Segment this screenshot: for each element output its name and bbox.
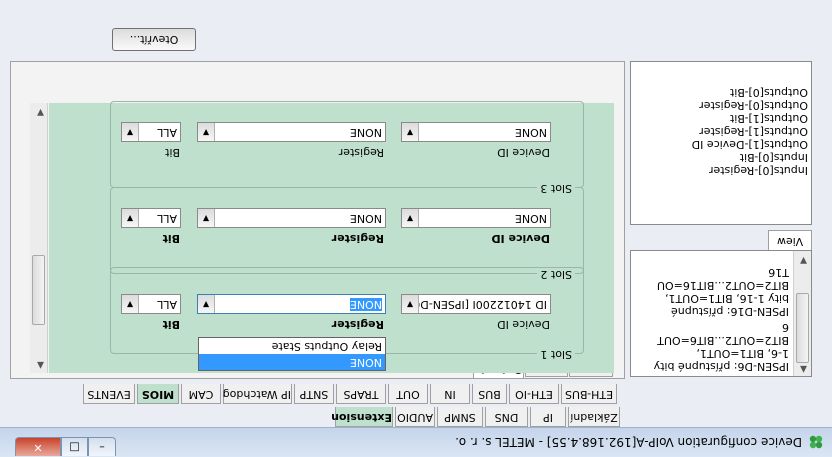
tab-events[interactable]: EVENTS (83, 384, 135, 404)
info-line: 6 (782, 321, 789, 334)
close-button[interactable]: ✕ (15, 437, 61, 456)
chevron-down-icon[interactable]: ▼ (402, 295, 419, 313)
list-item[interactable]: Outputs[0]-Bit (730, 86, 808, 99)
info-text-box: ▲ ▼ IPSEN-D6: přístupné bity 1-6, BIT1=O… (630, 250, 812, 377)
slot-3-register-label: Register (338, 146, 384, 159)
slot-1-bit-select[interactable]: ALL ▼ (121, 294, 181, 314)
open-button[interactable]: Otevřít... (112, 28, 196, 51)
slot-2-bit-select[interactable]: ALL ▼ (121, 208, 181, 228)
info-line: BIT2=OUT2...BIT6=OUT (657, 334, 789, 347)
slot-1-title: Slot 1 (537, 348, 575, 361)
slot-1-device-value: ID 14012200I [IPSEN-D6] (409, 298, 547, 311)
tab-cam[interactable]: CAM (181, 384, 221, 404)
slot-2-register-label: Register (331, 232, 384, 245)
slot-1-register-label: Register (331, 318, 384, 331)
scroll-down-icon[interactable]: ▼ (37, 107, 44, 117)
chevron-down-icon[interactable]: ▼ (122, 123, 139, 141)
slot-2-bit-label: Bit (162, 232, 180, 245)
list-item[interactable]: Outputs[1]-Device ID (692, 138, 808, 151)
slot-3-bit-select[interactable]: ALL ▼ (121, 122, 181, 142)
info-line: IPSEN-D16: přístupné (671, 305, 789, 318)
slot-1-register-value: NONE (349, 298, 382, 311)
tab-mios[interactable]: MIOS (137, 384, 179, 404)
title-bar[interactable]: Device configuration VoIP-A[192.168.4.55… (0, 427, 832, 457)
slot-1-device-label: Device ID (497, 318, 550, 331)
app-icon (809, 435, 823, 449)
chevron-down-icon[interactable]: ▼ (122, 209, 139, 227)
chevron-down-icon[interactable]: ▼ (402, 123, 419, 141)
slot-3-register-select[interactable]: NONE ▼ (197, 122, 386, 142)
list-item[interactable]: Outputs[0]-Register (699, 99, 808, 112)
tab-eth-io[interactable]: ETH-IO (509, 384, 559, 404)
slot-3-bit-label: Bit (165, 146, 180, 159)
slot-2-register-select[interactable]: NONE ▼ (197, 208, 386, 228)
device-configuration-window: Device configuration VoIP-A[192.168.4.55… (0, 0, 832, 457)
slot-1-device-select[interactable]: ID 14012200I [IPSEN-D6] ▼ (401, 294, 551, 314)
register-dropdown-list[interactable]: NONE Relay Outputs State (198, 337, 386, 371)
slot-2-device-select[interactable]: NONE ▼ (401, 208, 551, 228)
tab-eth-bus[interactable]: ETH-BUS (561, 384, 617, 404)
slot-3-group: Slot 3 (110, 101, 584, 195)
tab-zakladni[interactable]: Základní (568, 407, 620, 427)
window-title: Device configuration VoIP-A[192.168.4.55… (455, 435, 802, 449)
tab-out[interactable]: OUT (388, 384, 428, 404)
tab-dns[interactable]: DNS (485, 407, 528, 427)
slot-3-bit-value: ALL (157, 126, 177, 139)
scroll-up-icon[interactable]: ▲ (800, 364, 807, 374)
slot-3-device-label: Device ID (497, 146, 550, 159)
scroll-up-icon[interactable]: ▲ (37, 360, 44, 370)
scrollbar-thumb[interactable] (796, 293, 809, 363)
dropdown-option[interactable]: NONE (199, 354, 385, 370)
chevron-down-icon[interactable]: ▼ (198, 123, 215, 141)
tab-bus[interactable]: BUS (472, 384, 507, 404)
tab-in[interactable]: IN (430, 384, 470, 404)
dropdown-option[interactable]: Relay Outputs State (199, 338, 385, 354)
slot-3-device-value: NONE (514, 126, 547, 139)
tab-extension[interactable]: Extension (331, 407, 393, 427)
tab-ip[interactable]: IP (530, 407, 566, 427)
info-line: BIT2=OUT2...BIT16=OU (656, 279, 789, 292)
changed-items-list[interactable]: Inputs[0]-Register Inputs[0]-Bit Outputs… (630, 61, 812, 225)
tab-view[interactable]: View (768, 230, 812, 250)
tab-sntp[interactable]: SNTP (294, 384, 334, 404)
tab-ip-watchdog[interactable]: IP Watchdog (223, 384, 292, 404)
list-item[interactable]: Outputs[1]-Bit (730, 112, 808, 125)
chevron-down-icon[interactable]: ▼ (122, 295, 139, 313)
chevron-down-icon[interactable]: ▼ (198, 209, 215, 227)
slot-3-title: Slot 3 (537, 182, 575, 195)
slot-2-bit-value: ALL (157, 212, 177, 225)
content-scrollbar[interactable]: ▲ ▼ (30, 103, 48, 373)
slot-2-group: Slot 2 (110, 187, 584, 281)
list-item[interactable]: Inputs[0]-Register (709, 164, 808, 177)
tab-snmp[interactable]: SNMP (437, 407, 483, 427)
slot-3-device-select[interactable]: NONE ▼ (401, 122, 551, 142)
info-line: bity 1-16, BIT1=OUT1, (665, 292, 789, 305)
slot-2-title: Slot 2 (537, 268, 575, 281)
slot-1-register-select[interactable]: NONE ▼ (197, 294, 386, 314)
list-item[interactable]: Outputs[1]-Register (699, 125, 808, 138)
slot-2-register-value: NONE (349, 212, 382, 225)
chevron-down-icon[interactable]: ▼ (198, 295, 215, 313)
scrollbar-thumb[interactable] (32, 255, 45, 325)
slot-2-device-label: Device ID (491, 232, 550, 245)
tab-audio[interactable]: AUDIO (395, 407, 435, 427)
info-line: 1-6, BIT1=OUT1, (696, 347, 789, 360)
info-line: IPSEN-D6: přístupné bity (653, 360, 789, 373)
slot-1-bit-label: Bit (162, 318, 180, 331)
info-scrollbar[interactable]: ▲ ▼ (793, 251, 811, 376)
slot-2-device-value: NONE (514, 212, 547, 225)
minimize-button[interactable]: – (88, 437, 116, 456)
tab-traps[interactable]: TRAPS (336, 384, 386, 404)
maximize-button[interactable]: □ (61, 437, 88, 456)
slot-3-register-value: NONE (349, 126, 382, 139)
slot-1-bit-value: ALL (157, 298, 177, 311)
list-item[interactable]: Inputs[0]-Bit (740, 151, 808, 164)
scroll-down-icon[interactable]: ▼ (800, 255, 807, 265)
chevron-down-icon[interactable]: ▼ (402, 209, 419, 227)
info-line: T16 (768, 266, 789, 279)
